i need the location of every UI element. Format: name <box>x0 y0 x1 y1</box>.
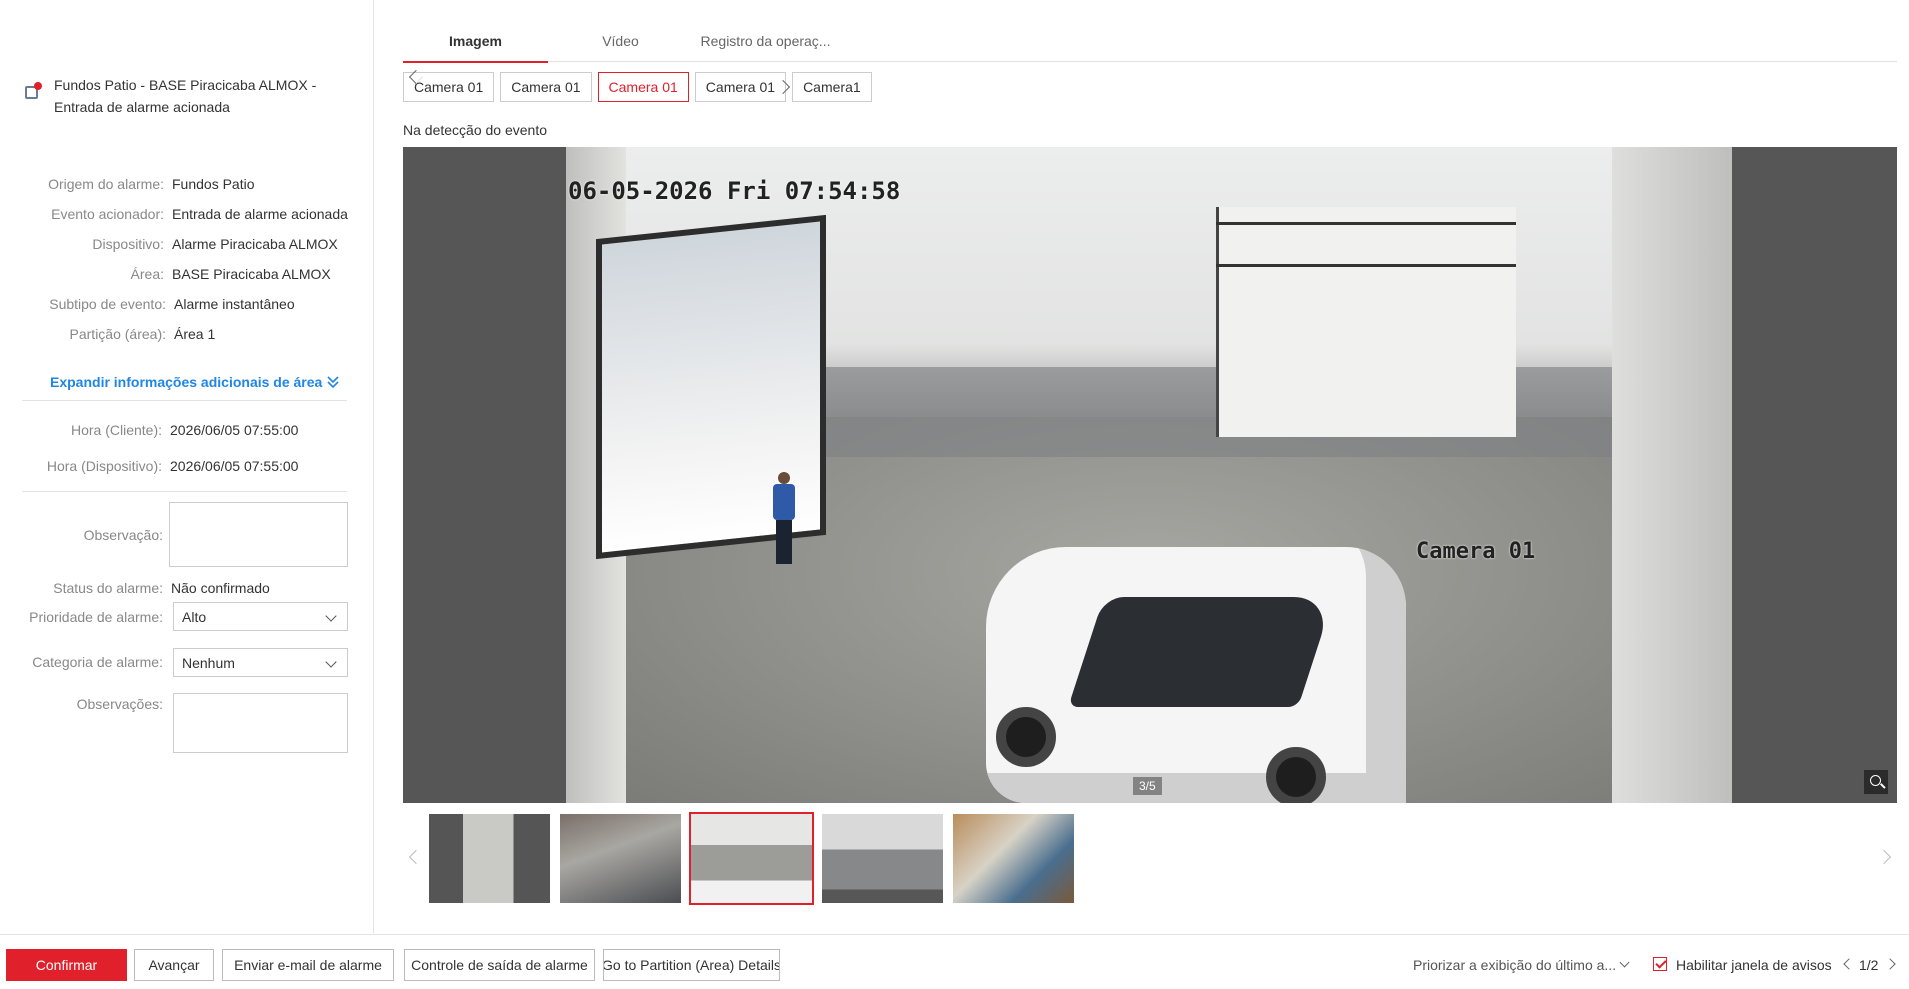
time-value: 2026/06/05 07:55:00 <box>170 422 299 438</box>
media-panel: Imagem Vídeo Registro da operaç... Camer… <box>375 0 1909 933</box>
camera-snapshot: 06-05-2026 Fri 07:54:58 Camera 01 <box>566 147 1732 803</box>
detail-value: Fundos Patio <box>172 176 255 192</box>
detail-row-event: Evento acionador: Entrada de alarme acio… <box>22 205 348 223</box>
priority-label: Prioridade de alarme: <box>29 609 163 625</box>
thumbnail-active[interactable] <box>689 812 814 905</box>
detail-value: BASE Piracicaba ALMOX <box>172 266 331 282</box>
pagination-indicator: 1/2 <box>1859 957 1879 973</box>
thumbnail[interactable] <box>558 812 683 905</box>
thumbnail-strip <box>403 812 1897 906</box>
thumbnail[interactable] <box>820 812 945 905</box>
footer-bar: Confirmar Avançar Enviar e-mail de alarm… <box>0 934 1909 989</box>
confirm-button[interactable]: Confirmar <box>6 949 127 981</box>
partition-details-button[interactable]: Go to Partition (Area) Details <box>603 949 780 981</box>
observacao-label: Observação: <box>83 527 163 543</box>
detail-value: Área 1 <box>174 326 216 342</box>
event-capture-label: Na detecção do evento <box>403 122 547 138</box>
priority-select[interactable]: Alto <box>173 602 348 631</box>
alarm-title: Fundos Patio - BASE Piracicaba ALMOX - E… <box>54 74 316 118</box>
time-value: 2026/06/05 07:55:00 <box>170 458 299 474</box>
alarm-details-panel: Fundos Patio - BASE Piracicaba ALMOX - E… <box>0 0 374 933</box>
detail-value: Entrada de alarme acionada <box>172 206 348 222</box>
alarm-output-button[interactable]: Controle de saída de alarme <box>404 949 595 981</box>
detail-row-area: Área: BASE Piracicaba ALMOX <box>22 265 331 283</box>
category-select[interactable]: Nenhum <box>173 648 348 677</box>
prioritize-dropdown[interactable]: Priorizar a exibição do último a... <box>1413 957 1616 973</box>
detail-label: Origem do alarme: <box>48 176 164 192</box>
zoom-in-icon[interactable] <box>1863 769 1889 795</box>
time-row-device: Hora (Dispositivo): 2026/06/05 07:55:00 <box>22 457 299 475</box>
osd-camera-name: Camera 01 <box>1416 539 1536 564</box>
media-tabs: Imagem Vídeo Registro da operaç... <box>403 28 1897 63</box>
camera-selector: Camera 01 Camera 01 Camera 01 Camera 01 … <box>403 69 1897 102</box>
chevron-down-icon <box>325 656 337 668</box>
camera-button-active[interactable]: Camera 01 <box>597 72 689 102</box>
chevron-right-icon[interactable] <box>1876 849 1892 865</box>
enable-popup-label: Habilitar janela de avisos <box>1676 957 1832 973</box>
thumbnail[interactable] <box>427 812 552 905</box>
observacao-textarea[interactable] <box>169 502 348 567</box>
expand-area-info-link[interactable]: Expandir informações adicionais de área <box>50 374 340 390</box>
detail-label: Partição (área): <box>69 326 166 342</box>
detail-label: Dispositivo: <box>92 236 164 252</box>
category-value: Nenhum <box>182 654 235 671</box>
time-label: Hora (Cliente): <box>70 422 162 438</box>
alarm-header: Fundos Patio - BASE Piracicaba ALMOX - E… <box>22 74 362 118</box>
detail-value: Alarme Piracicaba ALMOX <box>172 236 338 252</box>
divider <box>22 400 347 401</box>
divider <box>22 491 347 492</box>
chevron-left-icon[interactable] <box>1843 958 1855 970</box>
alarm-title-line2: Entrada de alarme acionada <box>54 99 230 115</box>
status-label: Status do alarme: <box>53 580 163 596</box>
tab-imagem[interactable]: Imagem <box>403 28 548 63</box>
tab-video[interactable]: Vídeo <box>548 28 693 61</box>
chevron-right-icon[interactable] <box>1884 958 1896 970</box>
chevron-down-icon <box>325 610 337 622</box>
detail-label: Subtipo de evento: <box>49 296 166 312</box>
osd-timestamp: 06-05-2026 Fri 07:54:58 <box>568 177 901 205</box>
alarm-title-line1: Fundos Patio - BASE Piracicaba ALMOX - <box>54 77 317 93</box>
image-viewer[interactable]: 06-05-2026 Fri 07:54:58 Camera 01 3/5 <box>403 147 1897 803</box>
observacoes-textarea[interactable] <box>173 693 348 753</box>
detail-row-subtype: Subtipo de evento: Alarme instantâneo <box>22 295 295 313</box>
image-counter: 3/5 <box>1133 777 1162 795</box>
advance-button[interactable]: Avançar <box>134 949 214 981</box>
detail-row-partition: Partição (área): Área 1 <box>22 325 216 343</box>
category-label: Categoria de alarme: <box>32 654 163 670</box>
send-email-button[interactable]: Enviar e-mail de alarme <box>222 949 394 981</box>
status-value: Não confirmado <box>171 580 270 596</box>
alarm-input-icon <box>22 82 42 102</box>
enable-popup-checkbox[interactable] <box>1653 957 1667 971</box>
tab-registro[interactable]: Registro da operaç... <box>693 28 838 61</box>
time-row-client: Hora (Cliente): 2026/06/05 07:55:00 <box>22 421 299 439</box>
detail-label: Evento acionador: <box>51 206 164 222</box>
thumbnail[interactable] <box>951 812 1076 905</box>
camera-button[interactable]: Camera 01 <box>694 72 787 102</box>
chevron-down-icon[interactable] <box>1619 957 1630 968</box>
detail-row-origin: Origem do alarme: Fundos Patio <box>22 175 255 193</box>
detail-row-device: Dispositivo: Alarme Piracicaba ALMOX <box>22 235 338 253</box>
status-row: Status do alarme: Não confirmado <box>22 579 270 597</box>
detail-label: Área: <box>130 266 164 282</box>
camera-button[interactable]: Camera1 <box>792 72 872 102</box>
priority-value: Alto <box>182 608 207 625</box>
detail-value: Alarme instantâneo <box>174 296 295 312</box>
observacoes-label: Observações: <box>76 696 163 712</box>
person-figure <box>771 472 797 567</box>
expand-area-info-label: Expandir informações adicionais de área <box>50 374 323 390</box>
camera-button[interactable]: Camera 01 <box>500 72 592 102</box>
double-chevron-down-icon <box>327 376 339 389</box>
time-label: Hora (Dispositivo): <box>46 458 162 474</box>
chevron-left-icon[interactable] <box>408 849 424 865</box>
